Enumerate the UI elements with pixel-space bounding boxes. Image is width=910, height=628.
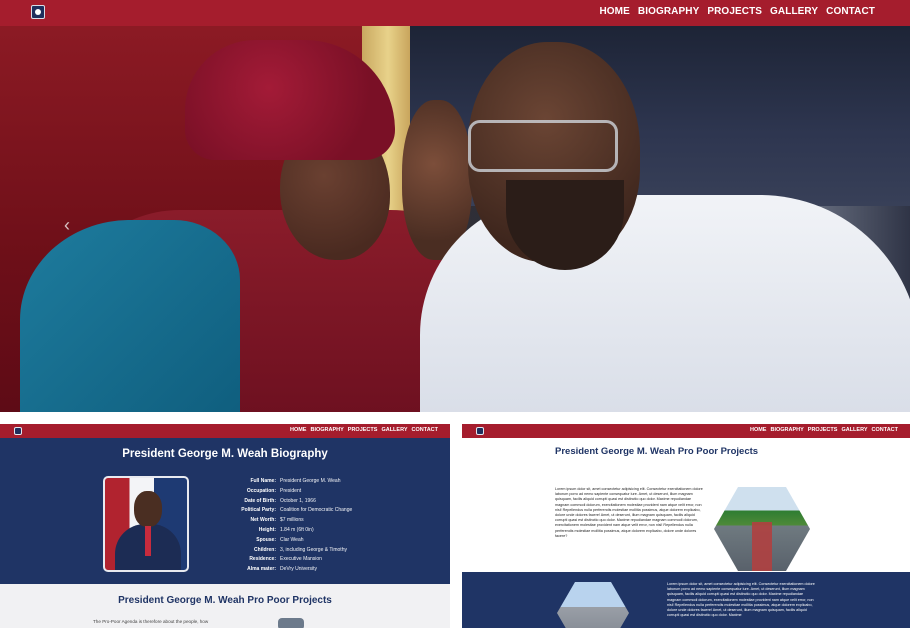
fact-row: Spouse: Clar Weah: [256, 536, 304, 543]
project-thumbnail: [278, 618, 304, 628]
project-image-road: [714, 487, 810, 571]
nav-gallery[interactable]: GALLERY: [770, 6, 818, 17]
proj-nav-home[interactable]: HOME: [750, 427, 767, 433]
projects-logo-icon[interactable]: [476, 427, 484, 435]
nav-home[interactable]: HOME: [599, 6, 629, 17]
fact-row: Political Party: Coalition for Democratic…: [241, 507, 353, 514]
hero-section: HOME BIOGRAPHY PROJECTS GALLERY CONTACT …: [0, 0, 910, 412]
pro-poor-section-preview: President George M. Weah Pro Poor Projec…: [0, 584, 450, 628]
projects-navbar: HOME BIOGRAPHY PROJECTS GALLERY CONTACT: [462, 424, 910, 438]
nav-projects[interactable]: PROJECTS: [707, 6, 762, 17]
bio-nav-biography[interactable]: BIOGRAPHY: [310, 427, 343, 433]
fact-row: Full Name: President George M. Weah: [250, 478, 341, 484]
proj-nav-gallery[interactable]: GALLERY: [841, 427, 867, 433]
nav-biography[interactable]: BIOGRAPHY: [638, 6, 699, 17]
bio-nav-gallery[interactable]: GALLERY: [381, 427, 407, 433]
fact-row: Occupation: President: [246, 487, 302, 494]
pro-poor-title: President George M. Weah Pro Poor Projec…: [118, 595, 332, 606]
bio-nav-home[interactable]: HOME: [290, 427, 307, 433]
project-description-2: Lorem ipsum dolor sit, amet consectetur …: [667, 582, 815, 618]
bio-logo-icon[interactable]: [14, 427, 22, 435]
fact-row: Height: 1.84 m (6ft 0in): [258, 526, 314, 533]
fact-row: Net Worth: $7 millions: [250, 517, 304, 524]
biography-section: President George M. Weah Biography Full …: [0, 438, 450, 584]
fact-row: Residence: Executive Mansion: [249, 556, 322, 563]
fact-row: Alma mater: DeVry University: [247, 566, 318, 573]
biography-title: President George M. Weah Biography: [122, 448, 328, 460]
pro-poor-projects-section: President George M. Weah Pro Poor Projec…: [462, 438, 910, 572]
fact-row: Children: 3, including George & Timothy: [254, 546, 347, 553]
chevron-left-icon[interactable]: ‹: [64, 215, 70, 236]
bio-nav-projects[interactable]: PROJECTS: [348, 427, 378, 433]
site-logo-icon[interactable]: [31, 5, 45, 19]
bio-nav-contact[interactable]: CONTACT: [412, 427, 438, 433]
project-image-bridge: [557, 582, 629, 628]
project-description: Lorem ipsum dolor sit, amet consectetur …: [555, 487, 703, 538]
nav-menu: HOME BIOGRAPHY PROJECTS GALLERY CONTACT: [599, 6, 875, 17]
proj-nav-projects[interactable]: PROJECTS: [808, 427, 838, 433]
president-portrait: [103, 476, 189, 572]
proj-nav-contact[interactable]: CONTACT: [872, 427, 898, 433]
top-navbar: HOME BIOGRAPHY PROJECTS GALLERY CONTACT: [0, 0, 910, 26]
projects-dark-band: Lorem ipsum dolor sit, amet consectetur …: [462, 572, 910, 628]
biography-page-preview: HOME BIOGRAPHY PROJECTS GALLERY CONTACT …: [0, 424, 450, 628]
bio-navbar: HOME BIOGRAPHY PROJECTS GALLERY CONTACT: [0, 424, 450, 438]
projects-page-preview: HOME BIOGRAPHY PROJECTS GALLERY CONTACT …: [462, 424, 910, 628]
projects-title: President George M. Weah Pro Poor Projec…: [555, 446, 759, 457]
nav-contact[interactable]: CONTACT: [826, 6, 875, 17]
pro-poor-snippet: The Pro-Poor Agenda is therefore about t…: [93, 619, 209, 624]
fact-row: Date of Birth: October 1, 1966: [244, 497, 316, 504]
proj-nav-biography[interactable]: BIOGRAPHY: [770, 427, 803, 433]
biography-facts: Full Name: President George M. Weah Occup…: [220, 477, 352, 575]
